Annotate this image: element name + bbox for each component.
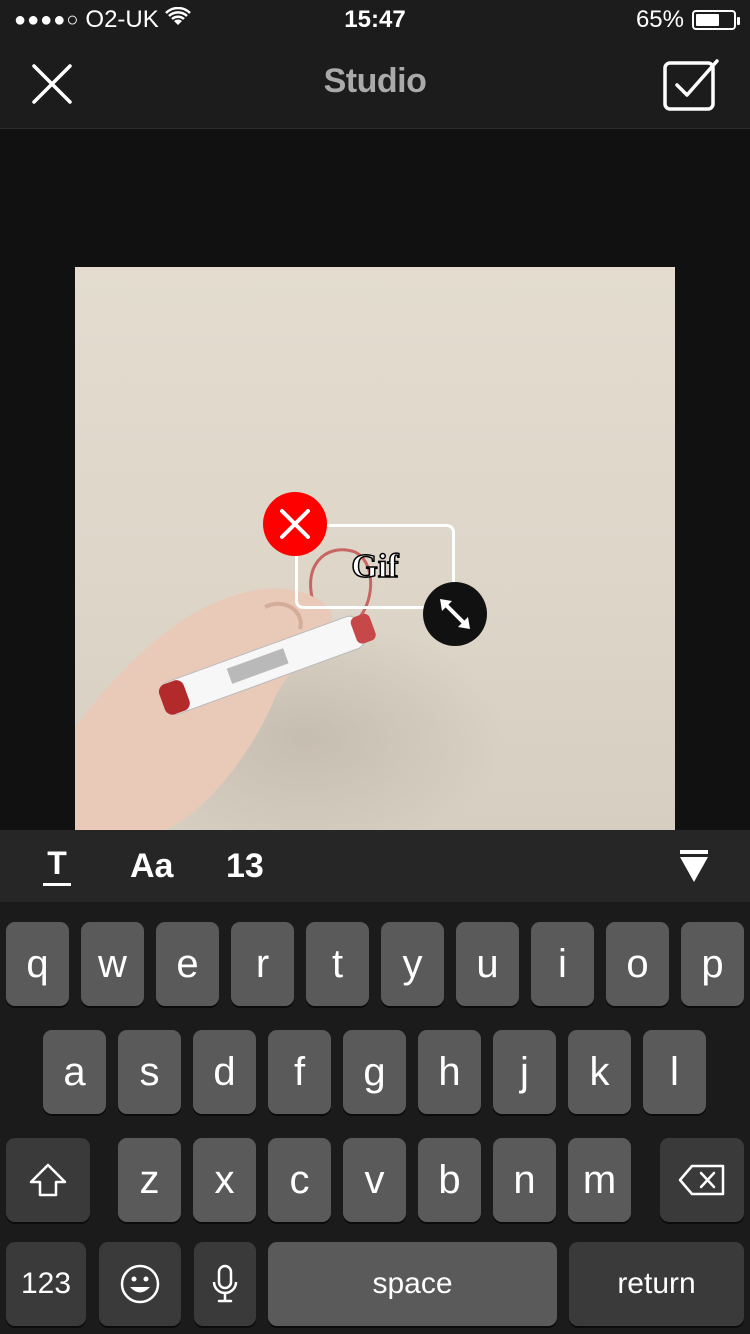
key-k[interactable]: k (568, 1030, 631, 1114)
key-g[interactable]: g (343, 1030, 406, 1114)
space-key[interactable]: space (268, 1242, 557, 1326)
key-d[interactable]: d (193, 1030, 256, 1114)
shift-icon (29, 1163, 67, 1197)
font-size-button[interactable]: 13 (226, 842, 264, 890)
key-h[interactable]: h (418, 1030, 481, 1114)
key-n[interactable]: n (493, 1138, 556, 1222)
text-style-button[interactable]: T (42, 842, 72, 890)
key-r[interactable]: r (231, 922, 294, 1006)
emoji-icon (120, 1264, 160, 1304)
key-a[interactable]: a (43, 1030, 106, 1114)
microphone-key[interactable] (194, 1242, 256, 1326)
font-label: Aa (130, 846, 174, 885)
key-x[interactable]: x (193, 1138, 256, 1222)
key-v[interactable]: v (343, 1138, 406, 1222)
text-style-label: T (47, 844, 67, 881)
checkbox-confirm-icon (663, 59, 719, 111)
key-u[interactable]: u (456, 922, 519, 1006)
key-z[interactable]: z (118, 1138, 181, 1222)
keyboard: q w e r t y u i o p a s d f g h j k l z … (0, 902, 750, 1334)
key-e[interactable]: e (156, 922, 219, 1006)
key-p[interactable]: p (681, 922, 744, 1006)
key-s[interactable]: s (118, 1030, 181, 1114)
battery-percent: 65% (635, 6, 684, 33)
backspace-icon (678, 1164, 725, 1196)
key-f[interactable]: f (268, 1030, 331, 1114)
shift-key[interactable] (6, 1138, 90, 1222)
key-j[interactable]: j (493, 1030, 556, 1114)
confirm-button[interactable] (662, 54, 722, 114)
delete-icon (280, 509, 310, 539)
key-l[interactable]: l (643, 1030, 706, 1114)
backspace-key[interactable] (660, 1138, 744, 1222)
collapse-keyboard-button[interactable] (678, 842, 710, 890)
resize-overlay-button[interactable] (423, 582, 487, 646)
nav-bar: Studio (0, 40, 750, 129)
page-title: Studio (323, 62, 427, 100)
key-o[interactable]: o (606, 922, 669, 1006)
font-button[interactable]: Aa (130, 842, 173, 890)
resize-icon (440, 599, 470, 629)
microphone-icon (212, 1264, 238, 1303)
delete-overlay-button[interactable] (263, 492, 327, 556)
key-t[interactable]: t (306, 922, 369, 1006)
emoji-key[interactable] (99, 1242, 181, 1326)
key-b[interactable]: b (418, 1138, 481, 1222)
overlay-text[interactable]: Gif (351, 547, 400, 586)
return-key[interactable]: return (569, 1242, 744, 1326)
text-toolbar: T Aa 13 (0, 830, 750, 902)
status-bar: ●●●●○ O2-UK 15:47 65% (0, 0, 750, 40)
key-i[interactable]: i (531, 922, 594, 1006)
underline-bar (43, 882, 71, 886)
font-size-label: 13 (226, 846, 264, 885)
wifi-icon (164, 6, 191, 34)
key-y[interactable]: y (381, 922, 444, 1006)
battery-fill (696, 14, 720, 26)
carrier-name: O2-UK (85, 6, 159, 33)
key-c[interactable]: c (268, 1138, 331, 1222)
numbers-key[interactable]: 123 (6, 1242, 86, 1326)
key-w[interactable]: w (81, 922, 144, 1006)
key-q[interactable]: q (6, 922, 69, 1006)
battery-icon (692, 10, 740, 30)
arrow-down-icon (680, 850, 708, 882)
signal-strength: ●●●●○ (14, 8, 80, 31)
key-m[interactable]: m (568, 1138, 631, 1222)
